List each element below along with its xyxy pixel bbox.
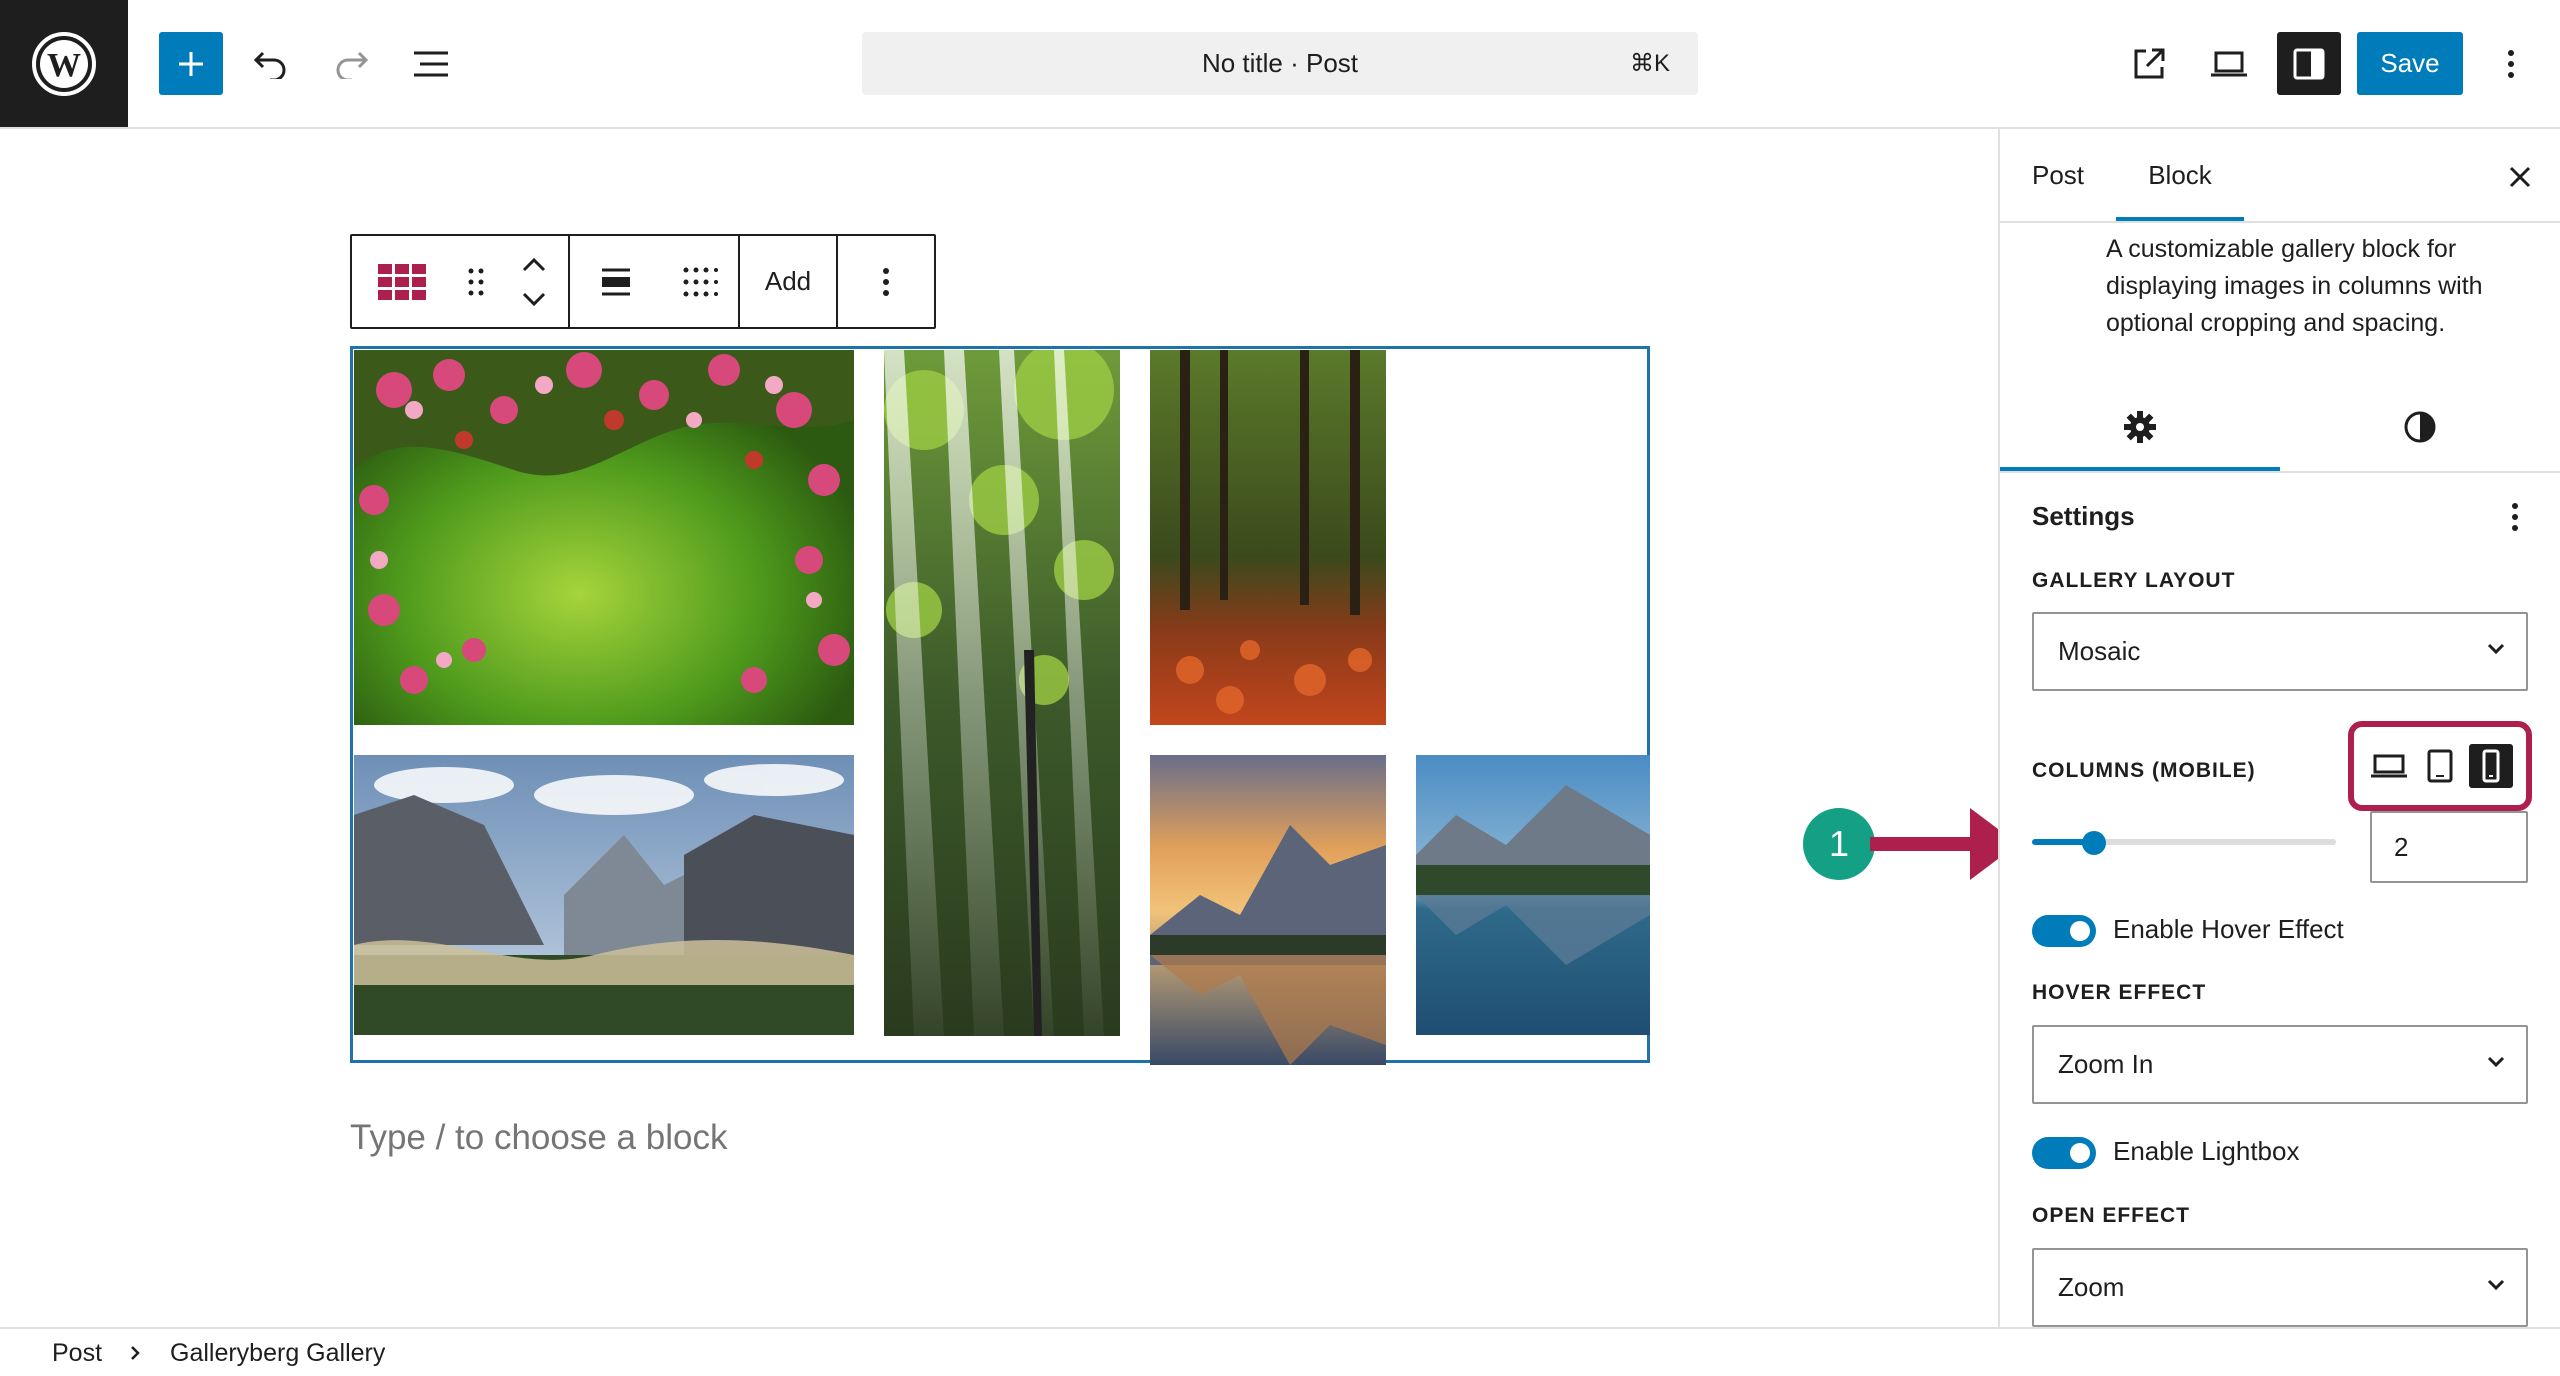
block-description: A customizable gallery block for display… <box>2106 235 2483 337</box>
tab-styles[interactable] <box>2280 383 2560 471</box>
undo-button[interactable] <box>245 32 297 95</box>
redo-button[interactable] <box>325 32 377 95</box>
gallery-image-blossoms[interactable] <box>354 350 854 725</box>
editor-header: W No title · Post ⌘K Save <box>0 0 2560 129</box>
redo-icon <box>336 51 369 79</box>
keyboard-shortcut: ⌘K <box>1629 50 1670 77</box>
layout-grid-icon[interactable] <box>662 236 738 327</box>
desktop-icon <box>2371 754 2408 778</box>
settings-panel-title[interactable]: Settings <box>2032 501 2135 532</box>
toggle-knob <box>2070 921 2090 941</box>
active-tab-indicator <box>2116 217 2244 221</box>
gallery-image-forest-rays[interactable] <box>884 350 1120 1036</box>
breadcrumb-item-post[interactable]: Post <box>52 1339 102 1368</box>
columns-number-input[interactable]: 2 <box>2370 811 2528 883</box>
open-effect-select[interactable]: Zoom <box>2032 1248 2528 1327</box>
columns-slider-handle[interactable] <box>2082 831 2106 855</box>
vertical-ellipsis-icon <box>2508 49 2514 78</box>
view-post-button[interactable] <box>2121 32 2177 95</box>
lightbox-toggle-label: Enable Lightbox <box>2113 1136 2300 1166</box>
sidebar-tabs: Post Block <box>2000 129 2560 223</box>
preview-button[interactable] <box>2201 32 2257 95</box>
block-type-button[interactable] <box>352 236 451 327</box>
device-mobile-button[interactable] <box>2468 744 2513 788</box>
svg-text:W: W <box>47 47 81 84</box>
block-options-button[interactable] <box>838 236 934 327</box>
annotation-step-marker: 1 <box>1803 808 1875 880</box>
gallery-image-mountain-sunset[interactable] <box>1150 755 1386 1065</box>
add-button[interactable]: Add <box>740 236 836 327</box>
columns-label: COLUMNS (MOBILE) <box>2032 759 2256 782</box>
sidebar-toggle-icon <box>2293 48 2325 79</box>
align-icon[interactable] <box>570 236 662 327</box>
desktop-preview-icon <box>2211 51 2247 76</box>
breadcrumb: Post Galleryberg Gallery <box>0 1327 2560 1376</box>
block-toolbar: Add <box>350 234 936 329</box>
save-button[interactable]: Save <box>2357 32 2463 95</box>
close-sidebar-button[interactable] <box>2500 157 2540 197</box>
open-effect-value: Zoom <box>2058 1272 2125 1302</box>
chevron-right-icon <box>131 1346 140 1360</box>
settings-options-button[interactable] <box>2500 497 2530 537</box>
gallery-block-icon <box>377 263 426 300</box>
breadcrumb-item-gallery[interactable]: Galleryberg Gallery <box>170 1339 385 1368</box>
open-effect-label: OPEN EFFECT <box>2032 1204 2191 1227</box>
gear-icon <box>2124 411 2156 443</box>
options-menu-button[interactable] <box>2487 32 2535 95</box>
chevron-down-icon <box>2487 1279 2505 1291</box>
external-link-icon <box>2134 48 2165 78</box>
list-view-icon <box>414 51 448 76</box>
gallery-layout-value: Mosaic <box>2058 636 2141 666</box>
vertical-ellipsis-icon <box>883 267 889 296</box>
chevron-down-icon <box>2487 1056 2505 1068</box>
gallery-layout-label: GALLERY LAYOUT <box>2032 569 2236 592</box>
divider <box>2000 471 2560 473</box>
lightbox-toggle[interactable] <box>2032 1137 2096 1169</box>
drag-handle-icon[interactable] <box>451 236 501 327</box>
plus-icon <box>179 51 203 76</box>
hover-effect-label: HOVER EFFECT <box>2032 981 2207 1004</box>
gallery-image-autumn-forest[interactable] <box>1150 350 1386 725</box>
tab-post[interactable]: Post <box>2032 129 2084 221</box>
hover-effect-toggle[interactable] <box>2032 915 2096 947</box>
close-icon <box>2509 166 2531 188</box>
tab-settings[interactable] <box>2000 383 2280 471</box>
move-up-down-icon[interactable] <box>501 236 568 327</box>
document-title: No title · Post <box>1201 48 1359 78</box>
block-inserter-button[interactable] <box>159 32 223 95</box>
device-desktop-button[interactable] <box>2367 744 2411 788</box>
undo-icon <box>253 51 286 79</box>
hover-effect-value: Zoom In <box>2058 1049 2154 1079</box>
settings-sidebar-toggle[interactable] <box>2277 32 2341 95</box>
wordpress-logo-icon[interactable]: W <box>0 0 128 127</box>
gallery-layout-select[interactable]: Mosaic <box>2032 612 2528 691</box>
tab-block[interactable]: Block <box>2116 129 2244 221</box>
toggle-knob <box>2070 1143 2090 1163</box>
gallery-image-lake-reflection[interactable] <box>1416 755 1650 1035</box>
block-inspector-tabs <box>2000 383 2560 471</box>
hover-effect-toggle-label: Enable Hover Effect <box>2113 914 2344 944</box>
vertical-ellipsis-icon <box>2512 503 2518 531</box>
responsive-device-switcher <box>2348 721 2532 811</box>
block-placeholder[interactable]: Type / to choose a block <box>350 1118 727 1158</box>
gallery-block[interactable] <box>350 346 1650 1065</box>
device-tablet-button[interactable] <box>2418 744 2462 788</box>
document-overview-button[interactable] <box>405 32 457 95</box>
hover-effect-select[interactable]: Zoom In <box>2032 1025 2528 1104</box>
mobile-icon <box>2482 749 2500 783</box>
tablet-icon <box>2427 749 2453 783</box>
chevron-down-icon <box>2487 643 2505 655</box>
command-palette-bar[interactable]: No title · Post ⌘K <box>862 32 1698 95</box>
gallery-image-mountain-valley[interactable] <box>354 755 854 1035</box>
contrast-icon <box>2404 411 2436 443</box>
settings-sidebar: Post Block A customizable gallery block … <box>1998 129 2560 1327</box>
